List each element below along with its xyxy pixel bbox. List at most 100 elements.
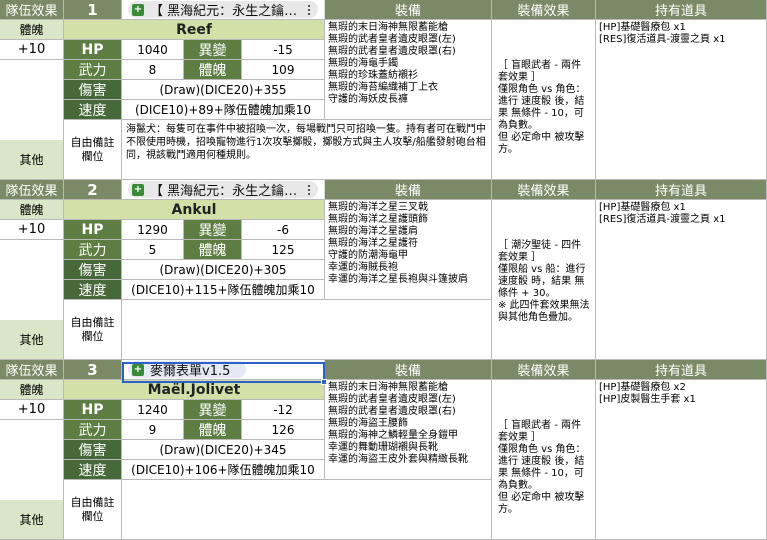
mutation-value[interactable]: -6 xyxy=(242,220,325,240)
power-label[interactable]: 武力 xyxy=(64,420,122,440)
other-label[interactable]: 其他 xyxy=(0,140,64,180)
note-text[interactable] xyxy=(122,300,492,360)
equip-effect-cell[interactable]: ［ 潮汐聖徒 - 四件套效果 ］ 僅限船 vs 船：進行 速度骰 時，結果 無條… xyxy=(492,200,596,360)
sheet-chip[interactable]: + 【 黑海紀元：永生之鑰… xyxy=(128,1,318,19)
held-items-cell[interactable]: [HP]基礎醫療包 x1 [RES]復活道具-渡靈之頁 x1 xyxy=(596,200,767,360)
held-item: [RES]復活道具-渡靈之頁 x1 xyxy=(599,34,726,45)
character-name[interactable]: Reef xyxy=(64,20,325,40)
left-blank[interactable] xyxy=(0,60,64,140)
body-value[interactable]: 126 xyxy=(242,420,325,440)
sheet-tab-chip[interactable]: + 【 黑海紀元：永生之鑰… xyxy=(122,0,325,20)
equipment-item: 無瑕的海洋之星護符 xyxy=(328,238,418,249)
other-label[interactable]: 其他 xyxy=(0,500,64,540)
damage-label[interactable]: 傷害 xyxy=(64,440,122,460)
equip-effect-header[interactable]: 裝備效果 xyxy=(492,180,596,200)
hp-label[interactable]: HP xyxy=(64,220,122,240)
character-name[interactable]: Maël.Jolivet xyxy=(64,380,325,400)
body-value[interactable]: 109 xyxy=(242,60,325,80)
team-effect-header[interactable]: 隊伍效果 xyxy=(0,0,64,20)
note-text[interactable]: 海鬣犬：每隻可在事件中被招喚一次，每場戰鬥只可招喚一隻。持有者可在戰鬥中不限使用… xyxy=(122,120,492,180)
damage-value[interactable]: (Draw)(DICE20)+355 xyxy=(122,80,325,100)
note-text[interactable] xyxy=(122,480,492,540)
speed-value[interactable]: (DICE10)+89+隊伍體魄加乘10 xyxy=(122,100,325,120)
equip-effect-text: ［ 盲眼武者 - 兩件套效果 ］ 僅限角色 vs 角色：進行 速度骰 後，結果 … xyxy=(498,60,586,155)
power-value[interactable]: 9 xyxy=(122,420,184,440)
mutation-value[interactable]: -15 xyxy=(242,40,325,60)
held-items-header[interactable]: 持有道具 xyxy=(596,360,767,380)
equipment-header[interactable]: 裝備 xyxy=(325,0,492,20)
hp-value[interactable]: 1290 xyxy=(122,220,184,240)
damage-label[interactable]: 傷害 xyxy=(64,260,122,280)
hp-label[interactable]: HP xyxy=(64,40,122,60)
equip-effect-header[interactable]: 裝備效果 xyxy=(492,360,596,380)
speed-value[interactable]: (DICE10)+115+隊伍體魄加乘10 xyxy=(122,280,325,300)
body-soul-value[interactable]: +10 xyxy=(0,220,64,240)
speed-label[interactable]: 速度 xyxy=(64,100,122,120)
row-number[interactable]: 1 xyxy=(64,0,122,20)
equipment-list[interactable]: 無瑕的海洋之星三叉戟 無瑕的海洋之星護頭飾 無瑕的海洋之星護肩 無瑕的海洋之星護… xyxy=(325,200,492,300)
note-label[interactable]: 自由備註欄位 xyxy=(64,300,122,360)
character-block-1: 隊伍效果 1 + 【 黑海紀元：永生之鑰… 裝備 裝備效果 持有道具 體魄 +1… xyxy=(0,0,767,180)
equip-effect-cell[interactable]: ［ 盲眼武者 - 兩件套效果 ］ 僅限角色 vs 角色：進行 速度骰 後，結果 … xyxy=(492,20,596,180)
team-effect-header[interactable]: 隊伍效果 xyxy=(0,180,64,200)
mutation-value[interactable]: -12 xyxy=(242,400,325,420)
speed-label[interactable]: 速度 xyxy=(64,280,122,300)
body-soul-label[interactable]: 體魄 xyxy=(0,380,64,400)
body-label[interactable]: 體魄 xyxy=(184,420,242,440)
equipment-header[interactable]: 裝備 xyxy=(325,180,492,200)
held-items-header[interactable]: 持有道具 xyxy=(596,0,767,20)
damage-value[interactable]: (Draw)(DICE20)+345 xyxy=(122,440,325,460)
row-number[interactable]: 2 xyxy=(64,180,122,200)
power-label[interactable]: 武力 xyxy=(64,60,122,80)
hp-value[interactable]: 1240 xyxy=(122,400,184,420)
left-blank[interactable] xyxy=(0,420,64,500)
body-soul-value[interactable]: +10 xyxy=(0,40,64,60)
body-soul-value[interactable]: +10 xyxy=(0,400,64,420)
power-value[interactable]: 8 xyxy=(122,60,184,80)
power-label[interactable]: 武力 xyxy=(64,240,122,260)
damage-value[interactable]: (Draw)(DICE20)+305 xyxy=(122,260,325,280)
sheet-tab-chip[interactable]: + 【 黑海紀元：永生之鑰… xyxy=(122,180,325,200)
held-items-header[interactable]: 持有道具 xyxy=(596,180,767,200)
mutation-label[interactable]: 異變 xyxy=(184,220,242,240)
sheet-tab-chip[interactable]: + 麥爾表單v1.5 xyxy=(122,360,325,380)
team-effect-header[interactable]: 隊伍效果 xyxy=(0,360,64,380)
note-label[interactable]: 自由備註欄位 xyxy=(64,120,122,180)
body-value[interactable]: 125 xyxy=(242,240,325,260)
other-label[interactable]: 其他 xyxy=(0,320,64,360)
equip-effect-header[interactable]: 裝備效果 xyxy=(492,0,596,20)
equipment-header[interactable]: 裝備 xyxy=(325,360,492,380)
character-name[interactable]: Ankul xyxy=(64,200,325,220)
body-label[interactable]: 體魄 xyxy=(184,240,242,260)
body-soul-label[interactable]: 體魄 xyxy=(0,20,64,40)
equipment-list[interactable]: 無瑕的末日海神無限蓄能槍 無瑕的武者皇者遺皮眼罩(左) 無瑕的武者皇者遺皮眼罩(… xyxy=(325,20,492,120)
body-label[interactable]: 體魄 xyxy=(184,60,242,80)
speed-value[interactable]: (DICE10)+106+隊伍體魄加乘10 xyxy=(122,460,325,480)
held-items-cell[interactable]: [HP]基礎醫療包 x1 [RES]復活道具-渡靈之頁 x1 xyxy=(596,20,767,180)
power-value[interactable]: 5 xyxy=(122,240,184,260)
add-sheet-icon[interactable]: + xyxy=(132,363,144,376)
equipment-list[interactable]: 無瑕的末日海神無限蓄能槍 無瑕的武者皇者遺皮眼罩(左) 無瑕的武者皇者遺皮眼罩(… xyxy=(325,380,492,480)
more-options-icon[interactable] xyxy=(306,3,312,16)
more-options-icon[interactable] xyxy=(306,183,312,196)
held-items-cell[interactable]: [HP]基礎醫療包 x2 [HP]皮製醫生手套 x1 xyxy=(596,380,767,540)
held-item: [HP]基礎醫療包 x1 xyxy=(599,22,686,33)
add-sheet-icon[interactable]: + xyxy=(132,183,144,196)
sheet-chip[interactable]: + 【 黑海紀元：永生之鑰… xyxy=(128,181,318,199)
speed-label[interactable]: 速度 xyxy=(64,460,122,480)
hp-label[interactable]: HP xyxy=(64,400,122,420)
damage-label[interactable]: 傷害 xyxy=(64,80,122,100)
held-item: [HP]皮製醫生手套 x1 xyxy=(599,394,696,405)
add-sheet-icon[interactable]: + xyxy=(132,3,144,16)
row-number[interactable]: 3 xyxy=(64,360,122,380)
mutation-label[interactable]: 異變 xyxy=(184,40,242,60)
character-block-3: 隊伍效果 3 + 麥爾表單v1.5 裝備 裝備效果 持有道具 體魄 +10 其他… xyxy=(0,360,767,540)
sheet-chip[interactable]: + 麥爾表單v1.5 xyxy=(128,361,246,379)
mutation-label[interactable]: 異變 xyxy=(184,400,242,420)
left-blank[interactable] xyxy=(0,240,64,320)
body-soul-label[interactable]: 體魄 xyxy=(0,200,64,220)
hp-value[interactable]: 1040 xyxy=(122,40,184,60)
note-label[interactable]: 自由備註欄位 xyxy=(64,480,122,540)
fill-handle[interactable] xyxy=(321,379,327,385)
equip-effect-cell[interactable]: ［ 盲眼武者 - 兩件套效果 ］ 僅限角色 vs 角色：進行 速度骰 後，結果 … xyxy=(492,380,596,540)
